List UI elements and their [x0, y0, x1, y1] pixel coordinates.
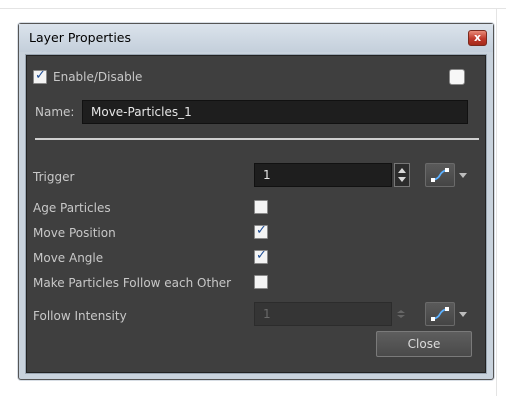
- chevron-down-icon[interactable]: [459, 173, 467, 178]
- title-bar[interactable]: Layer Properties x: [19, 24, 493, 52]
- enable-disable-label: Enable/Disable: [53, 70, 143, 84]
- name-input[interactable]: Move-Particles_1: [82, 100, 468, 124]
- function-curve-icon: [431, 168, 449, 182]
- move-position-checkbox[interactable]: [254, 223, 268, 239]
- page-divider: [0, 8, 506, 9]
- dialog-content: Enable/Disable Name: Move-Particles_1 Tr…: [25, 54, 487, 374]
- move-angle-checkbox[interactable]: [254, 248, 268, 264]
- follow-intensity-function-button[interactable]: [425, 302, 455, 326]
- chevron-down-icon[interactable]: [459, 312, 467, 317]
- spin-down-icon[interactable]: [398, 177, 406, 182]
- name-label: Name:: [35, 105, 75, 119]
- dialog-title: Layer Properties: [29, 30, 131, 45]
- layer-properties-dialog: Layer Properties x Enable/Disable Name: …: [18, 23, 494, 380]
- separator: [35, 138, 479, 140]
- page-divider-vertical: [496, 8, 497, 396]
- option-label: Move Angle: [33, 251, 104, 265]
- close-button[interactable]: Close: [376, 331, 472, 357]
- trigger-function-button[interactable]: [425, 163, 455, 187]
- function-curve-icon: [431, 307, 449, 321]
- follow-each-other-checkbox[interactable]: [254, 275, 268, 289]
- trigger-spinner[interactable]: [394, 163, 410, 187]
- enable-disable-checkbox[interactable]: [33, 68, 47, 84]
- follow-intensity-label: Follow Intensity: [33, 309, 127, 323]
- option-label: Move Position: [33, 226, 116, 240]
- layer-color-swatch[interactable]: [449, 69, 465, 85]
- age-particles-checkbox[interactable]: [254, 200, 268, 214]
- spin-up-icon[interactable]: [398, 168, 406, 173]
- close-window-button[interactable]: x: [468, 30, 487, 46]
- trigger-input[interactable]: 1: [254, 163, 392, 187]
- spin-down-icon[interactable]: [397, 315, 405, 318]
- follow-intensity-spinner[interactable]: [394, 302, 410, 326]
- trigger-label: Trigger: [33, 170, 75, 184]
- option-label: Age Particles: [33, 201, 111, 215]
- follow-intensity-input[interactable]: 1: [254, 302, 392, 326]
- spin-up-icon[interactable]: [397, 310, 405, 313]
- option-label: Make Particles Follow each Other: [33, 276, 232, 290]
